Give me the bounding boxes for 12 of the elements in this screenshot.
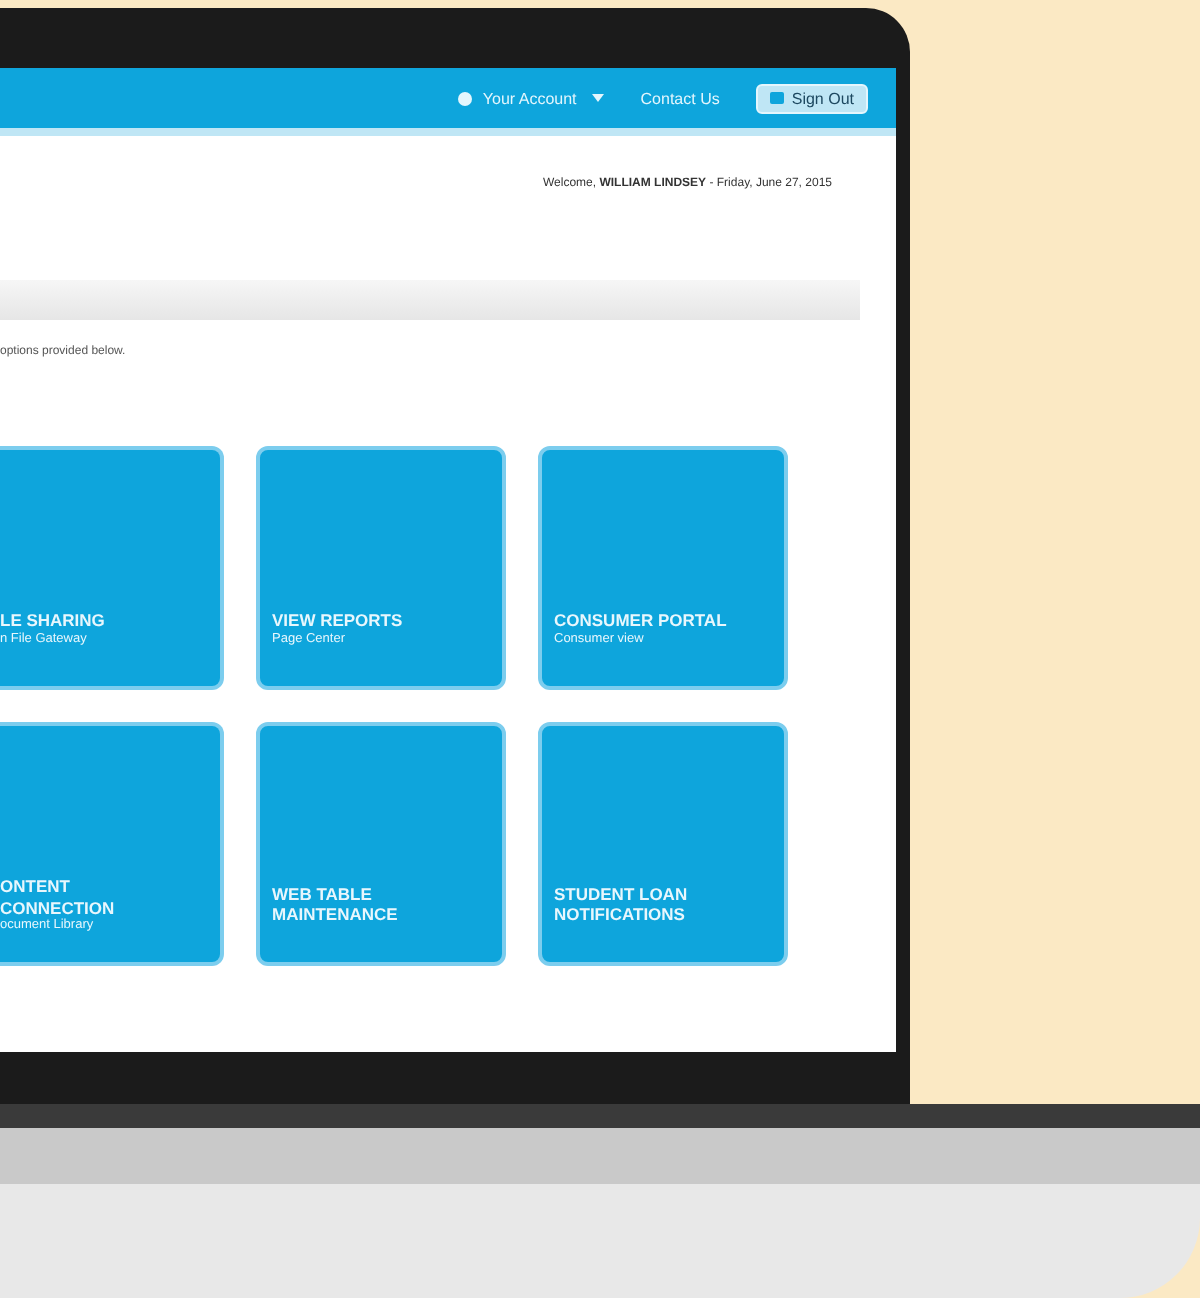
menu-tile[interactable]: STUDENT LOAN NOTIFICATIONS <box>538 722 788 966</box>
tile-title: CONSUMER PORTAL <box>554 610 729 632</box>
tile-title: LE SHARING <box>0 610 107 632</box>
sign-out-button[interactable]: Sign Out <box>755 83 868 113</box>
tile-title: VIEW REPORTS <box>272 610 405 632</box>
contact-link[interactable]: Contact Us <box>640 89 720 107</box>
account-menu[interactable]: Your Account <box>458 89 605 107</box>
tile-title: ONTENT CONNECTION <box>0 876 117 918</box>
tile-title: STUDENT LOAN NOTIFICATIONS <box>554 883 690 925</box>
menu-tile[interactable]: WEB TABLE MAINTENANCE <box>256 722 506 966</box>
caret-icon <box>592 94 605 102</box>
tile-title: WEB TABLE MAINTENANCE <box>272 883 400 925</box>
